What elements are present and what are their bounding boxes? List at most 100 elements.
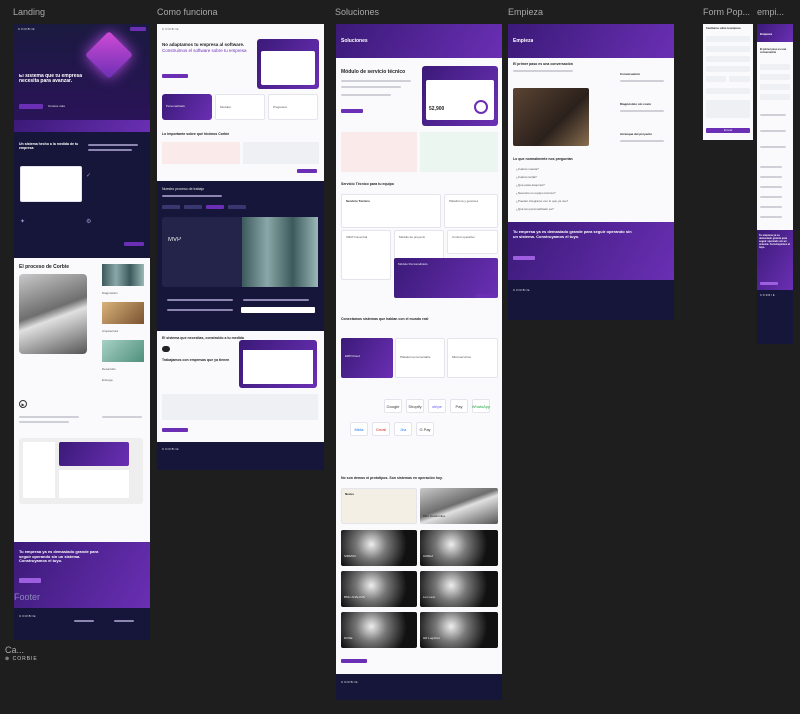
module-cta[interactable] [341, 109, 363, 113]
soluciones-title: Soluciones [341, 38, 368, 44]
form-field[interactable] [706, 56, 750, 62]
form-field[interactable] [706, 46, 750, 52]
footer-link[interactable] [114, 620, 134, 622]
grid-servicio-tecnico[interactable]: Servicio Técnico [341, 194, 441, 228]
empieza-cta-button[interactable] [513, 256, 535, 260]
landing-nav-cta[interactable] [130, 27, 146, 31]
card-personalizado[interactable]: Personalizado [162, 94, 212, 120]
form-submit[interactable]: Enviar [706, 128, 750, 133]
frame-landing[interactable]: CORBIE El sistema que tu empresa necesit… [14, 24, 150, 640]
faq-line[interactable] [760, 206, 782, 208]
frame-title-como[interactable]: Como funciona [157, 7, 218, 17]
como-sub-cta[interactable] [297, 169, 317, 173]
landing-process-title: El proceso de Corbie [19, 264, 70, 270]
faq-line[interactable] [760, 176, 782, 178]
faq-item[interactable]: ¿Qué tan personalizado es? [516, 207, 554, 211]
services-cta[interactable] [476, 294, 496, 298]
frame-empieza[interactable]: Empieza El primer paso es una conversaci… [508, 24, 674, 320]
faq-line[interactable] [760, 196, 782, 198]
grid-plataforma[interactable]: Plataforma y gerentes [444, 194, 498, 228]
como-cta[interactable] [162, 74, 188, 78]
landing-cta-button[interactable] [19, 578, 41, 583]
cases-cta[interactable] [341, 659, 367, 663]
empieza-cta-section: Tu empresa ya es demasiado grande para s… [508, 222, 674, 280]
mvp-panel: MVP [162, 217, 318, 287]
como-nav-brand[interactable]: CORBIE [162, 27, 180, 31]
landing-dark-cta[interactable] [124, 242, 144, 246]
faq-line[interactable] [760, 186, 782, 188]
frame-title-ca[interactable]: Ca... [5, 645, 24, 655]
como-bottom-cta[interactable] [162, 428, 188, 432]
services-title: Servicio Técnico para tu equipo [341, 182, 394, 186]
frame-form-popup[interactable]: Cuéntanos sobre tu empresa Enviar [703, 24, 753, 140]
form-field[interactable] [706, 66, 750, 72]
mobile-cta-button[interactable] [760, 282, 778, 285]
form-field[interactable] [706, 36, 750, 42]
landing-hero-link[interactable]: Conoce más [48, 104, 65, 108]
frame-title-soluciones[interactable]: Soluciones [335, 7, 379, 17]
frame-como-funciona[interactable]: CORBIE No adaptamos tu empresa al softwa… [157, 24, 324, 442]
case-card[interactable]: SIMMOC [341, 530, 417, 566]
pill[interactable] [184, 205, 202, 209]
comparison-box-a [162, 142, 240, 164]
empieza-header: Empieza [508, 24, 674, 58]
list-highlight[interactable] [241, 307, 315, 313]
mobile-field[interactable] [760, 74, 790, 80]
form-field[interactable] [729, 76, 750, 82]
mobile-field[interactable] [760, 94, 790, 100]
glass-photo [242, 217, 318, 287]
frame-title-empieza[interactable]: Empieza [508, 7, 543, 17]
platform-card-erp[interactable]: ERP/Cloud [341, 338, 393, 378]
pill[interactable] [162, 205, 180, 209]
faq-line[interactable] [760, 216, 782, 218]
card-progresivo[interactable]: Progresivo [268, 94, 318, 120]
dashboard-chart [59, 470, 129, 498]
integration-logo: Gmail [372, 422, 390, 436]
toggle-icon[interactable] [162, 346, 170, 352]
text-line [620, 110, 664, 112]
frame-title-form[interactable]: Form Pop... [703, 7, 750, 17]
play-icon[interactable]: ▶ [19, 400, 27, 408]
mobile-field[interactable] [760, 84, 790, 90]
frame-title-landing[interactable]: Landing [13, 7, 45, 17]
case-card[interactable]: HR Logistics [420, 612, 498, 648]
case-card[interactable]: Lux Lane [420, 571, 498, 607]
grid-personalizado[interactable]: Módulo Personalizado [394, 258, 498, 298]
case-card[interactable]: AUREA [420, 530, 498, 566]
mobile-header-title: Empieza [760, 32, 773, 36]
mockup-chart [243, 350, 313, 384]
faq-item[interactable]: ¿Pueden integrarse con lo que ya uso? [516, 199, 568, 203]
footer-link[interactable] [74, 620, 94, 622]
landing-cta-section: Tu empresa ya es demasiado grande para s… [14, 542, 150, 608]
case-card[interactable]: DOSE [341, 612, 417, 648]
landing-hero-cta[interactable] [19, 104, 43, 109]
frame-soluciones[interactable]: Soluciones Módulo de servicio técnico 52… [336, 24, 502, 700]
list-line [243, 299, 309, 301]
mobile-field[interactable] [760, 64, 790, 70]
case-card[interactable]: BMC ANALISIS [341, 571, 417, 607]
faq-item[interactable]: ¿Cuánto tarda? [516, 175, 537, 179]
case-card[interactable]: Nexus [341, 488, 417, 524]
como-hero-mockup [257, 39, 319, 89]
frame-title-empi[interactable]: empi... [757, 7, 784, 17]
pill[interactable] [206, 205, 224, 209]
form-field[interactable] [706, 76, 726, 82]
faq-item[interactable]: ¿Qué pasa después? [516, 183, 545, 187]
frame-empieza-mobile[interactable]: Empieza El primer paso es una conversaci… [757, 24, 793, 344]
card-modular[interactable]: Modular [215, 94, 265, 120]
faq-item[interactable]: ¿Cuánto cuesta? [516, 167, 539, 171]
landing-feature-card[interactable] [20, 166, 82, 202]
form-textarea[interactable] [706, 100, 750, 118]
grid-crm[interactable]: CRM Comercial [341, 230, 391, 280]
faq-line[interactable] [760, 166, 782, 168]
platform-card-conectable[interactable]: Plataforma Conectable [395, 338, 445, 378]
landing-nav-brand[interactable]: CORBIE [18, 27, 36, 31]
platform-card-micro[interactable]: Microservicios [447, 338, 498, 378]
grid-control[interactable]: Control operativo [447, 230, 498, 254]
case-card[interactable]: DEC Desarrollos [420, 488, 498, 524]
case-label: AUREA [423, 554, 434, 558]
text-line [102, 416, 142, 418]
form-field[interactable] [706, 88, 750, 94]
pill[interactable] [228, 205, 246, 209]
faq-item[interactable]: ¿Necesito un equipo técnico? [516, 191, 556, 195]
